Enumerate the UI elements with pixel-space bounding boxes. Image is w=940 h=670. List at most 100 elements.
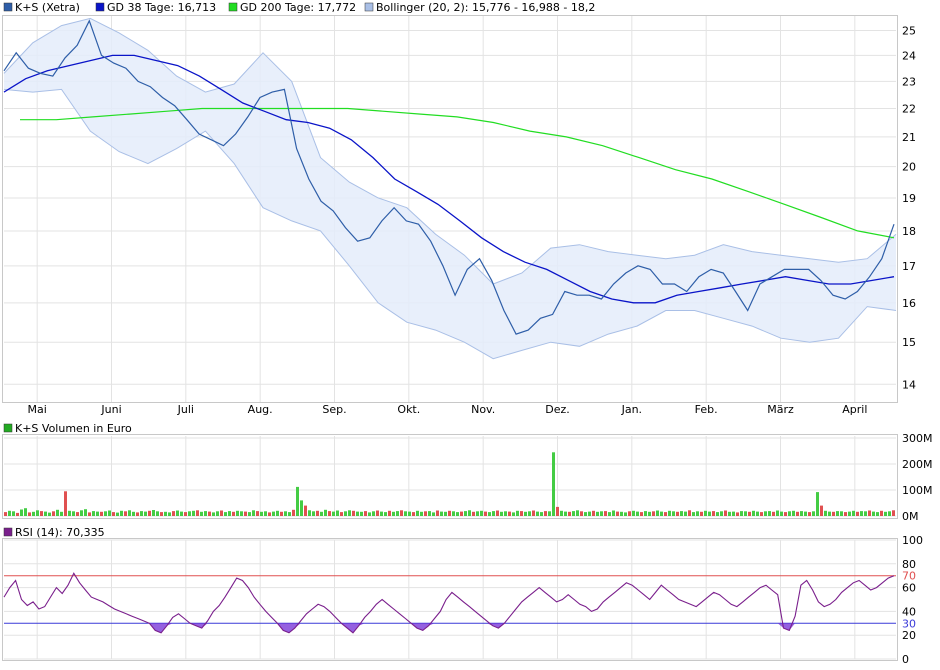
volume-bar: [848, 511, 851, 516]
volume-bar: [712, 511, 715, 516]
volume-bar: [544, 511, 547, 516]
volume-bar: [316, 510, 319, 516]
volume-bar: [184, 512, 187, 516]
price-tick-label: 21: [902, 131, 916, 144]
volume-bar: [652, 511, 655, 516]
volume-bar: [92, 511, 95, 516]
volume-bar: [52, 511, 55, 516]
volume-bar: [428, 511, 431, 516]
volume-bar: [748, 511, 751, 516]
volume-bar: [872, 511, 875, 516]
volume-bar: [520, 511, 523, 516]
rsi-tick-label: 0: [902, 653, 909, 666]
volume-bar: [736, 512, 739, 516]
volume-bar: [788, 511, 791, 516]
volume-bar: [496, 510, 499, 516]
volume-bar: [144, 511, 147, 516]
month-label: Jan.: [621, 403, 642, 416]
month-label: Dez.: [545, 403, 570, 416]
volume-bar: [356, 511, 359, 516]
volume-bar: [40, 511, 43, 516]
volume-bar: [692, 512, 695, 516]
volume-bar: [120, 510, 123, 516]
volume-bar: [424, 511, 427, 516]
volume-bar: [340, 512, 343, 516]
volume-bar: [760, 512, 763, 516]
volume-bar: [216, 511, 219, 516]
volume-bar: [176, 510, 179, 516]
month-label: Nov.: [471, 403, 495, 416]
volume-bar: [864, 511, 867, 516]
volume-bar: [376, 510, 379, 516]
volume-bar: [616, 511, 619, 516]
volume-bar: [404, 511, 407, 516]
legend-label-gd38: GD 38 Tage: 16,713: [107, 1, 216, 14]
legend-item-ks-xetra: K+S (Xetra): [3, 1, 80, 14]
volume-bar: [740, 511, 743, 516]
rsi-reference-label: 70: [902, 570, 916, 583]
legend-swatch-rsi: [3, 527, 13, 537]
volume-bar: [564, 511, 567, 516]
volume-bar: [56, 509, 59, 516]
volume-bar: [508, 511, 511, 516]
price-tick-label: 18: [902, 225, 916, 238]
volume-bar: [260, 511, 263, 516]
volume-bar: [188, 511, 191, 516]
volume-bar: [256, 511, 259, 516]
volume-bar: [752, 510, 755, 516]
month-label: Feb.: [695, 403, 718, 416]
volume-bar: [784, 512, 787, 516]
volume-bar: [448, 510, 451, 516]
volume-bar: [552, 452, 555, 516]
volume-bar: [248, 512, 251, 516]
volume-bar: [576, 510, 579, 516]
volume-bar: [348, 510, 351, 516]
volume-bar: [588, 511, 591, 516]
volume-bar: [288, 512, 291, 516]
month-label: Mai: [28, 403, 47, 416]
price-tick-label: 19: [902, 192, 916, 205]
volume-bar: [224, 512, 227, 516]
volume-bar: [452, 511, 455, 516]
volume-bar: [360, 511, 363, 516]
legend-swatch-gd38: [95, 2, 105, 12]
volume-bar: [72, 511, 75, 516]
volume-bar: [608, 512, 611, 516]
volume-bar: [640, 512, 643, 516]
rsi-tick-label: 100: [902, 534, 923, 547]
month-label: Sep.: [322, 403, 346, 416]
volume-bar: [724, 510, 727, 516]
volume-bar: [236, 510, 239, 516]
volume-bar: [624, 512, 627, 516]
volume-bar: [800, 511, 803, 516]
legend-swatch-volume: [3, 423, 13, 433]
volume-tick-label: 300M: [902, 432, 933, 445]
volume-bar: [540, 512, 543, 516]
volume-bar: [268, 512, 271, 516]
volume-bar: [32, 511, 35, 516]
volume-bar: [320, 511, 323, 516]
price-tick-label: 14: [902, 378, 916, 391]
volume-bar: [764, 511, 767, 516]
volume-bar: [516, 510, 519, 516]
volume-bar: [352, 510, 355, 516]
stock-chart: 25 24 23 22 21 20 19 18 17 16 15 14 Mai Juni Juli Aug. S…: [2, 1, 933, 666]
volume-bar: [660, 511, 663, 516]
volume-bar: [208, 511, 211, 516]
volume-bar: [16, 512, 19, 516]
volume-bar: [468, 510, 471, 516]
volume-bar: [560, 510, 563, 516]
volume-bar: [628, 511, 631, 516]
volume-bar: [160, 512, 163, 516]
volume-bar: [776, 510, 779, 516]
volume-bar: [148, 510, 151, 516]
price-tick-label: 17: [902, 260, 916, 273]
volume-bar: [524, 511, 527, 516]
volume-bar: [880, 510, 883, 516]
volume-bar: [276, 510, 279, 516]
volume-bar: [480, 510, 483, 516]
volume-bar: [684, 511, 687, 516]
volume-bar: [336, 510, 339, 516]
volume-bar: [124, 511, 127, 516]
volume-bar: [372, 511, 375, 516]
